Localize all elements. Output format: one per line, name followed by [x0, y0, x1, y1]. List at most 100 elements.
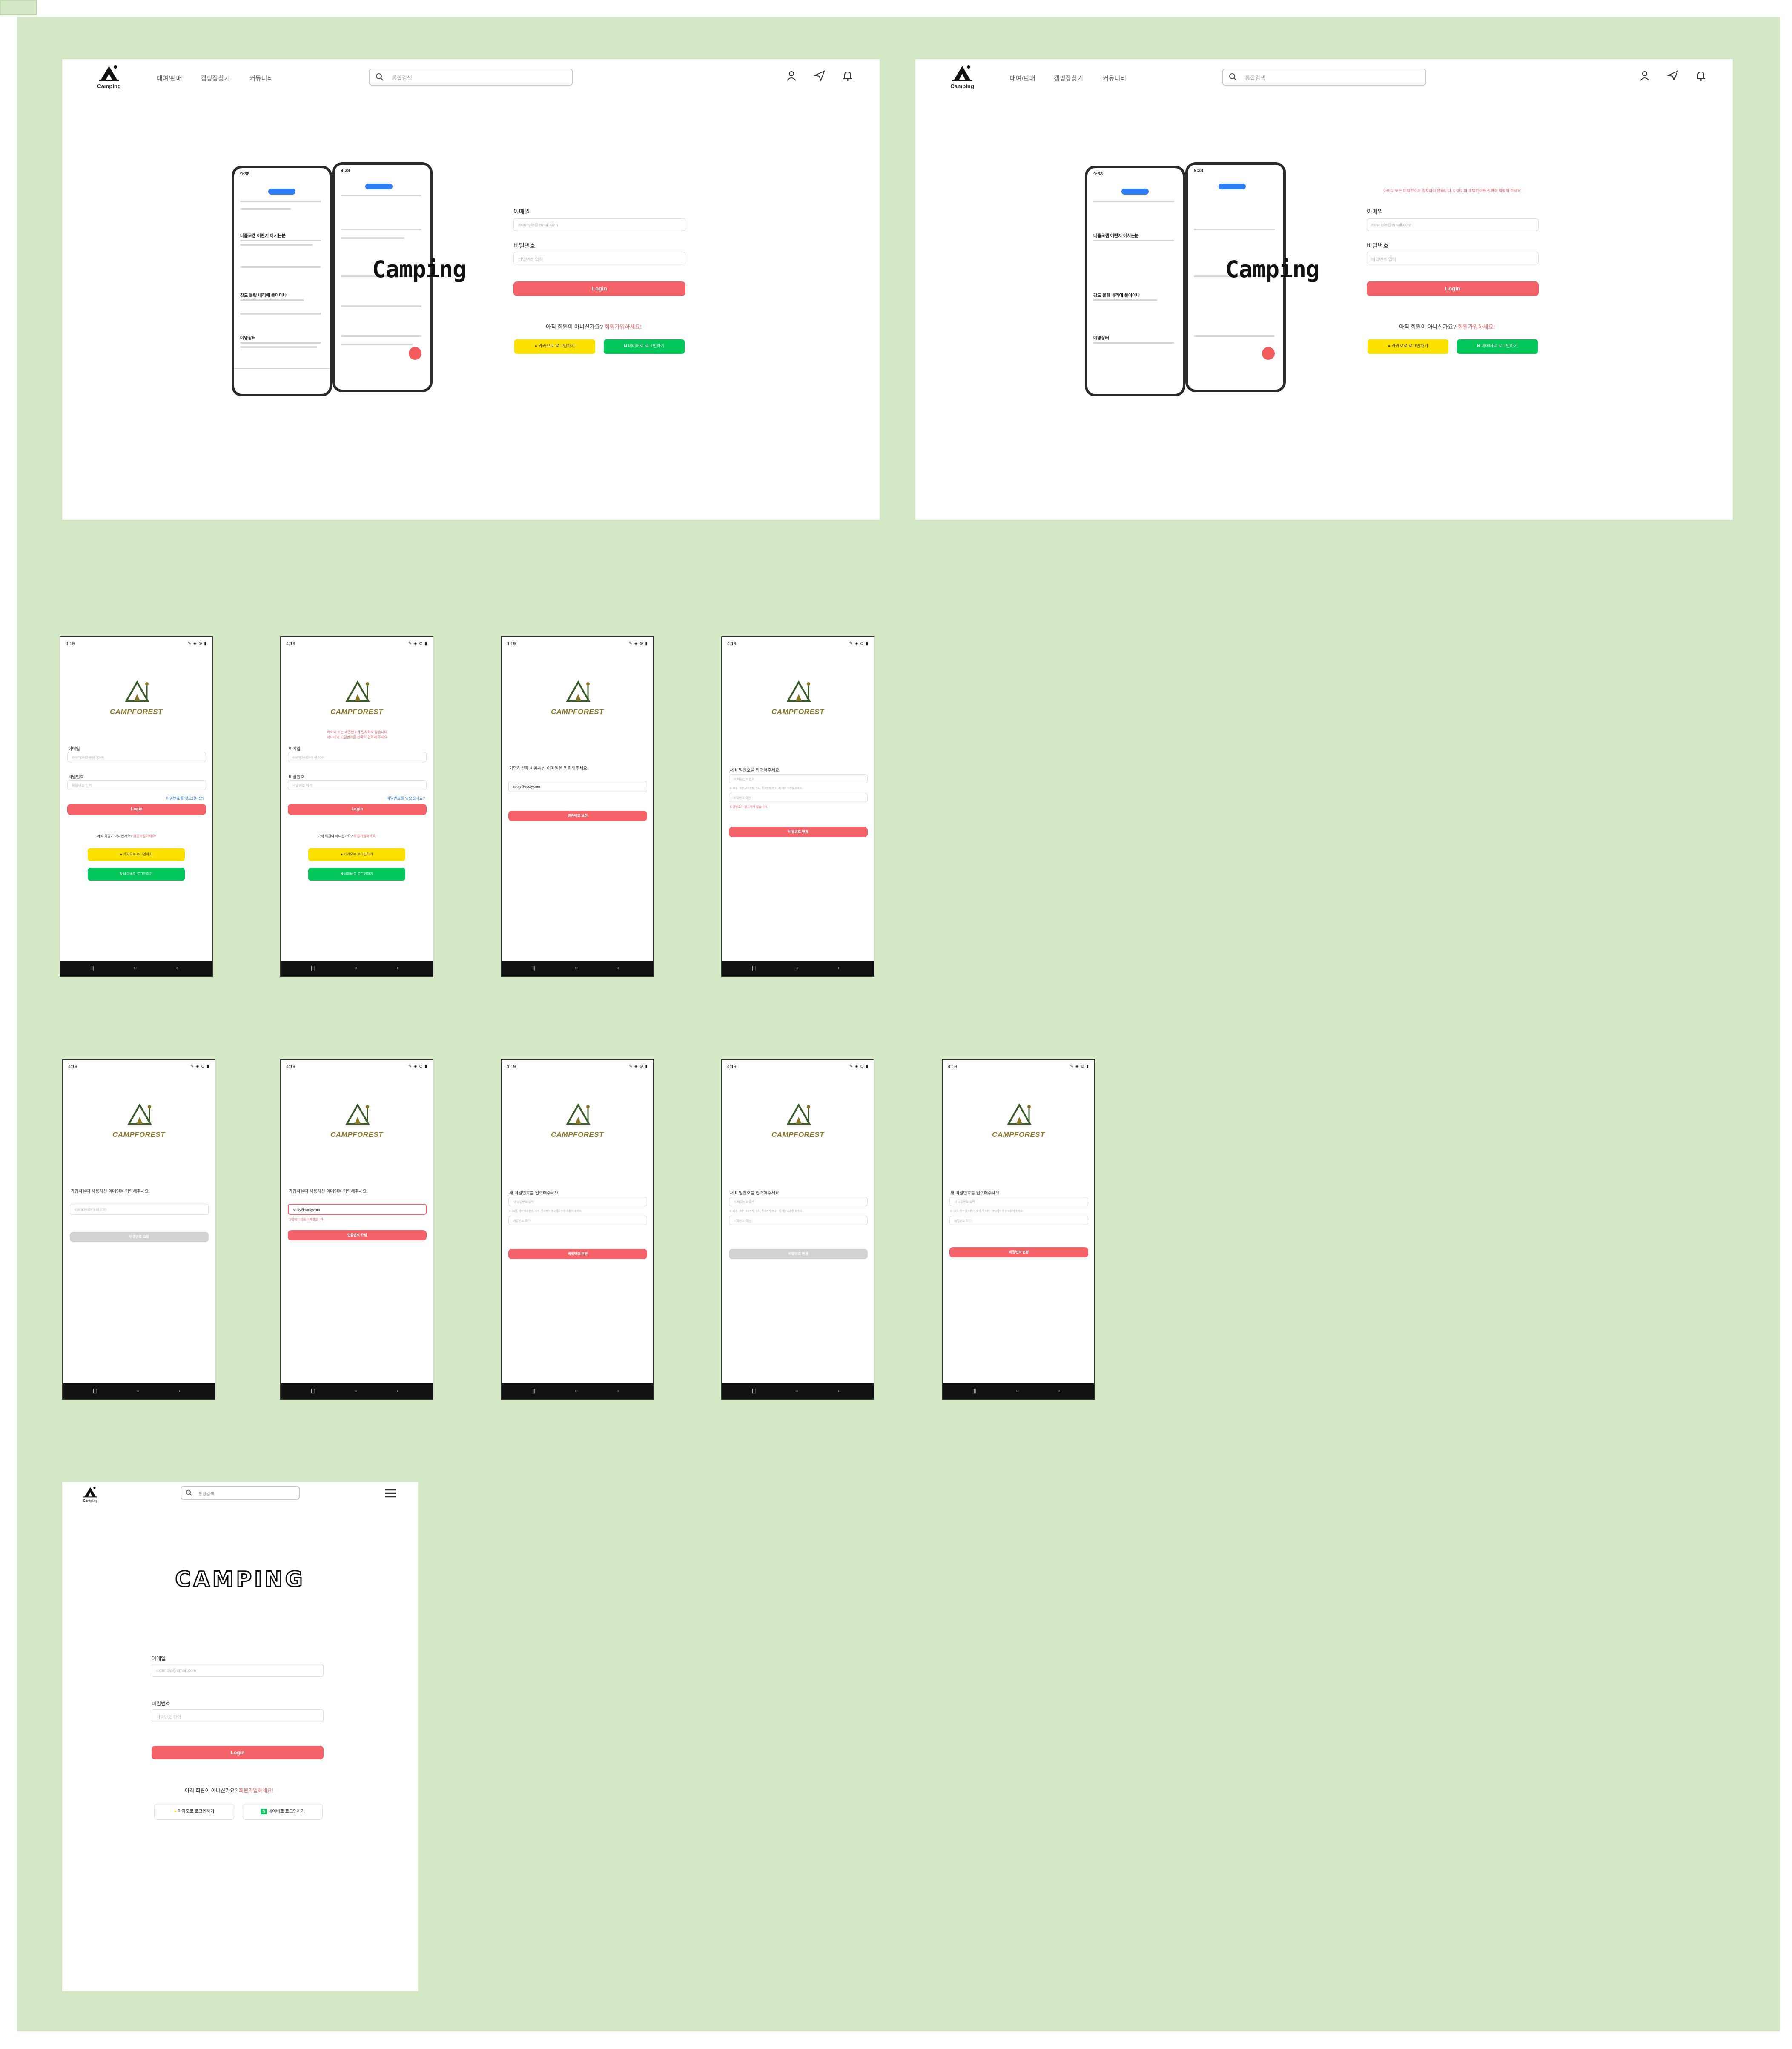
send-code-button-disabled[interactable]: 인증번호 요청: [70, 1232, 209, 1242]
email-input[interactable]: example@email.com: [152, 1664, 324, 1677]
new-password-input[interactable]: 새 비밀번호 입력: [508, 1197, 647, 1206]
nav-home-icon[interactable]: ○: [575, 965, 578, 971]
new-password-input[interactable]: 새 비밀번호 입력: [729, 774, 868, 783]
nav-back-icon[interactable]: ‹: [1058, 1388, 1060, 1394]
hamburger-menu-icon[interactable]: [384, 1489, 397, 1498]
nav-campsite[interactable]: 캠핑장찾기: [201, 74, 230, 83]
nav-recent-icon[interactable]: |||: [531, 1388, 535, 1394]
kakao-login-button[interactable]: ● 카카오로 로그인하기: [88, 848, 185, 861]
login-button[interactable]: Login: [152, 1746, 324, 1759]
nav-back-icon[interactable]: ‹: [397, 965, 399, 971]
email-input[interactable]: example@email.com: [1367, 218, 1539, 231]
send-icon[interactable]: [813, 69, 826, 82]
signup-link[interactable]: 회원가입하세요!: [354, 834, 377, 838]
nav-recent-icon[interactable]: |||: [93, 1388, 97, 1394]
nav-back-icon[interactable]: ‹: [176, 965, 178, 971]
search-input[interactable]: 통합검색: [1222, 69, 1426, 86]
naver-login-button[interactable]: N 네이버로 로그인하기: [308, 868, 405, 881]
nav-home-icon[interactable]: ○: [136, 1388, 139, 1394]
login-button[interactable]: Login: [1367, 281, 1539, 296]
android-nav-bar: ||| ○ ‹: [722, 1383, 874, 1399]
nav-recent-icon[interactable]: |||: [90, 965, 94, 971]
nav-community[interactable]: 커뮤니티: [249, 74, 273, 83]
nav-home-icon[interactable]: ○: [134, 965, 137, 971]
signup-link[interactable]: 회원가입하세요!: [1458, 324, 1495, 330]
signup-link[interactable]: 회원가입하세요!: [239, 1788, 273, 1794]
logo[interactable]: Camping: [96, 63, 122, 91]
logo[interactable]: Camping: [949, 63, 975, 91]
change-password-button[interactable]: 비밀번호 변경: [508, 1249, 647, 1259]
password-confirm-input[interactable]: 비밀번호 확인: [949, 1216, 1088, 1225]
change-password-button[interactable]: 비밀번호 변경: [949, 1247, 1088, 1257]
password-input[interactable]: 비밀번호 입력: [1367, 252, 1539, 264]
naver-login-button[interactable]: N 네이버로 로그인하기: [1457, 339, 1538, 354]
email-input[interactable]: example@email.com: [70, 1204, 209, 1215]
nav-back-icon[interactable]: ‹: [838, 1388, 840, 1394]
naver-login-button[interactable]: N 네이버로 로그인하기: [88, 868, 185, 881]
nav-home-icon[interactable]: ○: [795, 965, 798, 971]
logo[interactable]: Camping: [82, 1485, 99, 1504]
nav-home-icon[interactable]: ○: [354, 1388, 357, 1394]
user-icon[interactable]: [785, 69, 798, 82]
bell-icon[interactable]: [1695, 69, 1707, 82]
login-button[interactable]: Login: [288, 804, 427, 815]
email-input-error[interactable]: sooty@sooty.com: [288, 1204, 427, 1215]
naver-login-button[interactable]: N 네이버로 로그인하기: [604, 339, 685, 354]
nav-home-icon[interactable]: ○: [1016, 1388, 1019, 1394]
bell-icon[interactable]: [841, 69, 854, 82]
password-confirm-input[interactable]: 비밀번호 확인: [729, 793, 868, 802]
nav-recent-icon[interactable]: |||: [531, 965, 535, 971]
nav-home-icon[interactable]: ○: [575, 1388, 578, 1394]
naver-login-button[interactable]: N 네이버로 로그인하기: [243, 1804, 323, 1820]
email-input[interactable]: example@email.com: [288, 752, 427, 762]
nav-back-icon[interactable]: ‹: [617, 965, 619, 971]
password-input[interactable]: 비밀번호 입력: [513, 252, 685, 264]
send-code-button[interactable]: 인증번호 요청: [288, 1230, 427, 1240]
email-input[interactable]: example@email.com: [513, 218, 685, 231]
nav-back-icon[interactable]: ‹: [397, 1388, 399, 1394]
nav-recent-icon[interactable]: |||: [311, 1388, 315, 1394]
nav-recent-icon[interactable]: |||: [972, 1388, 976, 1394]
nav-rental[interactable]: 대여/판매: [1010, 74, 1035, 83]
post-title-1: 나홀로캠 어떤지 아시는분: [240, 234, 286, 238]
login-button[interactable]: Login: [513, 281, 685, 296]
send-icon[interactable]: [1666, 69, 1679, 82]
nav-back-icon[interactable]: ‹: [179, 1388, 181, 1394]
login-button[interactable]: Login: [67, 804, 206, 815]
email-input[interactable]: example@email.com: [67, 752, 206, 762]
user-icon[interactable]: [1638, 69, 1651, 82]
nav-recent-icon[interactable]: |||: [752, 1388, 756, 1394]
nav-back-icon[interactable]: ‹: [617, 1388, 619, 1394]
change-password-button-disabled[interactable]: 비밀번호 변경: [729, 1249, 868, 1259]
new-password-input[interactable]: 새 비밀번호 입력: [729, 1197, 868, 1206]
nav-recent-icon[interactable]: |||: [752, 965, 756, 971]
find-password-link[interactable]: 비밀번호를 잊으셨나요?: [166, 795, 204, 801]
kakao-login-button[interactable]: ● 카카오로 로그인하기: [308, 848, 405, 861]
signup-link[interactable]: 회원가입하세요!: [605, 324, 642, 330]
kakao-login-button[interactable]: ● 카카오로 로그인하기: [1368, 339, 1448, 354]
new-password-input[interactable]: 새 비밀번호 입력: [949, 1197, 1088, 1206]
frame-tab[interactable]: [0, 0, 37, 15]
password-input[interactable]: 비밀번호 입력: [67, 780, 206, 790]
send-code-button[interactable]: 인증번호 요청: [508, 811, 647, 821]
change-password-button[interactable]: 비밀번호 변경: [729, 827, 868, 837]
password-confirm-input[interactable]: 비밀번호 확인: [508, 1216, 647, 1225]
nav-back-icon[interactable]: ‹: [838, 965, 840, 971]
kakao-login-button[interactable]: ● 카카오로 로그인하기: [514, 339, 595, 354]
nav-home-icon[interactable]: ○: [795, 1388, 798, 1394]
nav-recent-icon[interactable]: |||: [311, 965, 315, 971]
kakao-login-button[interactable]: ● 카카오로 로그인하기: [154, 1804, 234, 1820]
password-input[interactable]: 비밀번호 입력: [152, 1709, 324, 1722]
find-password-link[interactable]: 비밀번호를 잊으셨나요?: [387, 795, 425, 801]
search-input[interactable]: 통합검색: [181, 1486, 300, 1500]
signup-link[interactable]: 회원가입하세요!: [133, 834, 156, 838]
password-confirm-input[interactable]: 비밀번호 확인: [729, 1216, 868, 1225]
search-input[interactable]: 통합검색: [369, 69, 573, 86]
nav-campsite[interactable]: 캠핑장찾기: [1054, 74, 1083, 83]
nav-community[interactable]: 커뮤니티: [1103, 74, 1126, 83]
nav-home-icon[interactable]: ○: [354, 965, 357, 971]
nav-rental[interactable]: 대여/판매: [157, 74, 182, 83]
password-input[interactable]: 비밀번호 입력: [288, 780, 427, 790]
email-input[interactable]: sooty@sooty.com: [508, 781, 647, 792]
status-icons: ✎ ◈ ⊙ ▮: [849, 641, 869, 646]
